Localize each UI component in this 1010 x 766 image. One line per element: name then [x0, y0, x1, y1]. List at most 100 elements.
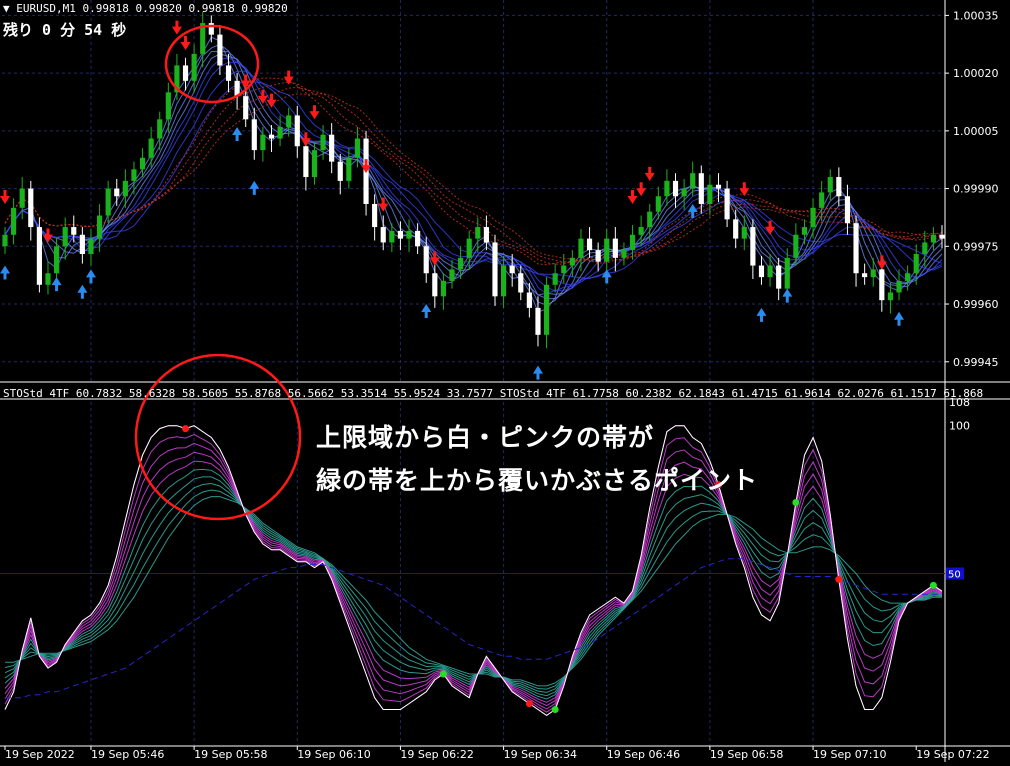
candle-bear: [28, 188, 34, 228]
time-tick-label: 19 Sep 07:10: [813, 748, 886, 761]
candle-bear: [423, 246, 429, 274]
candle-bear: [217, 34, 223, 66]
candle-bull: [475, 227, 481, 239]
candle-bear: [268, 134, 275, 139]
candle-bear: [492, 242, 498, 297]
buy-dot: [551, 706, 559, 714]
candle-bear: [844, 196, 851, 224]
time-tick-label: 19 Sep 06:22: [400, 748, 473, 761]
candle-bear: [733, 219, 739, 239]
oscillator-values-a: 60.7832 58.6328 58.5605 55.8768 56.5662 …: [75, 387, 494, 400]
candle-bull: [148, 138, 154, 158]
candle-bear: [79, 234, 85, 254]
candle-bull: [105, 188, 111, 216]
candle-bull: [707, 184, 713, 204]
sell-dot: [835, 575, 843, 583]
candle-bull: [569, 257, 575, 266]
candle-bear: [750, 227, 756, 266]
symbol-header: ▼ EURUSD,M1 0.99818 0.99820 0.99818 0.99…: [3, 2, 288, 15]
oscillator-values-b: STOStd_4TF 61.7758 60.2382 62.1843 61.47…: [499, 387, 984, 400]
candle-bull: [887, 292, 894, 301]
candle-bull: [681, 188, 687, 197]
candle-bear: [329, 134, 335, 162]
candle-bull: [561, 265, 567, 274]
candle-bull: [784, 257, 790, 289]
candle-bear: [518, 273, 524, 293]
candle-bull: [466, 238, 472, 258]
candle-bull: [690, 173, 696, 189]
osc-tick-label-50: 50: [948, 570, 961, 581]
candle-bull: [139, 157, 146, 170]
candle-bull: [810, 207, 816, 228]
candle-bull: [165, 92, 171, 120]
candle-bull: [354, 138, 361, 158]
candle-bull: [122, 180, 128, 197]
candle-bear: [715, 184, 722, 189]
symbol-label: EURUSD,M1: [16, 2, 76, 15]
candle-bear: [879, 269, 885, 301]
candle-bear: [380, 227, 386, 243]
countdown-timer: 残り 0 分 54 秒: [3, 21, 127, 39]
price-tick-label: 0.99975: [953, 240, 999, 253]
dropdown-triangle-icon[interactable]: ▼: [3, 2, 10, 15]
candle-bull: [896, 280, 902, 293]
candle-bull: [621, 250, 627, 258]
candle-bull: [922, 242, 928, 254]
oscillator-header: STOStd_4TF 60.7832 58.6328 58.5605 55.87…: [3, 387, 983, 400]
candle-bear: [612, 238, 618, 258]
candle-bull: [62, 227, 68, 247]
candle-bear: [853, 223, 859, 274]
chart-canvas[interactable]: 1.00035 1.00020 1.00005 0.99990 0.99975 0.999…: [0, 0, 1010, 762]
candle-bull: [191, 53, 197, 81]
candle-bull: [88, 238, 94, 254]
candle-bull: [458, 257, 464, 270]
candle-bear: [114, 188, 120, 197]
candle-bull: [741, 227, 747, 239]
candle-bear: [586, 238, 593, 251]
candle-bull: [767, 265, 773, 278]
candle-bull: [260, 134, 266, 151]
candle-bull: [638, 227, 644, 235]
candle-bull: [870, 269, 876, 278]
candle-bull: [53, 246, 60, 274]
annotation-line-2: 緑の帯を上から覆いかぶさるポイント: [316, 466, 759, 495]
candle-bull: [827, 177, 833, 193]
candle-bull: [45, 273, 51, 285]
candle-bear: [415, 230, 421, 247]
candle-bull: [157, 119, 163, 139]
candle-bull: [320, 134, 326, 151]
time-tick-label: 19 Sep 06:10: [297, 748, 370, 761]
candle-bull: [311, 150, 318, 178]
oscillator-name: STOStd_4TF: [3, 387, 70, 400]
candle-bull: [440, 280, 446, 297]
price-tick-label: 1.00020: [953, 67, 999, 80]
candle-bear: [776, 265, 782, 289]
buy-dot: [929, 581, 937, 589]
candle-bear: [71, 227, 77, 235]
candle-bear: [372, 203, 378, 228]
candle-bull: [629, 234, 636, 251]
candle-bull: [543, 284, 550, 335]
candle-bull: [286, 115, 292, 127]
sell-dot: [525, 700, 533, 708]
chart-window[interactable]: 1.00035 1.00020 1.00005 0.99990 0.99975 0.999…: [0, 0, 1010, 762]
time-tick-label: 19 Sep 07:22: [916, 748, 989, 761]
osc-tick-label: 100: [949, 420, 970, 433]
candle-bear: [758, 265, 765, 278]
candle-bull: [11, 207, 17, 235]
time-tick-label: 19 Sep 06:46: [607, 748, 680, 761]
candle-bear: [303, 146, 309, 178]
candle-bull: [930, 234, 936, 243]
candle-bear: [509, 265, 515, 274]
annotation-line-1: 上限域から白・ピンクの帯が: [316, 423, 655, 452]
price-tick-label: 0.99945: [953, 356, 999, 369]
candle-bear: [526, 292, 532, 308]
candle-bull: [552, 273, 558, 285]
candle-bear: [724, 188, 730, 220]
candle-bear: [337, 161, 343, 181]
time-tick-label: 19 Sep 06:58: [710, 748, 783, 761]
buy-dot: [439, 670, 447, 678]
candle-bull: [449, 269, 455, 281]
candle-bull: [655, 196, 661, 212]
time-tick-label: 19 Sep 06:34: [504, 748, 577, 761]
